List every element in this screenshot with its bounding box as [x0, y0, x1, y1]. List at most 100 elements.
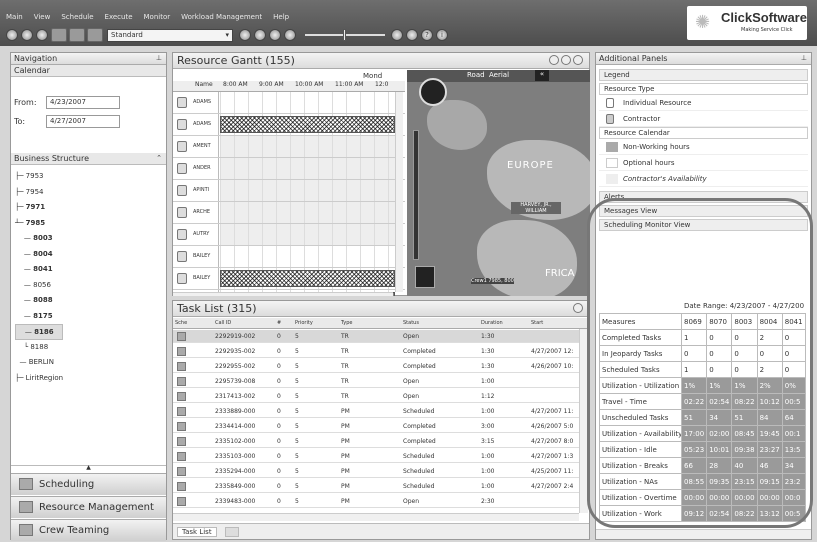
measure-row[interactable]: Utilization - Utilization 1% 1% 1% 2% 0% [599, 377, 806, 394]
gantt-row[interactable]: ANDER [173, 158, 405, 180]
view-toggle-1-icon[interactable] [51, 28, 67, 42]
task-row[interactable]: 2339483-000 0 5 PM Open 2:30 [173, 495, 579, 508]
view-toggle-3-icon[interactable] [87, 28, 103, 42]
gantt-cells[interactable] [220, 158, 395, 179]
tree-item-8041[interactable]: — 8041 [15, 262, 63, 278]
task-row[interactable]: 2295739-008 0 5 TR Open 1:00 [173, 375, 579, 388]
map-marker-icon[interactable] [415, 266, 435, 288]
measure-column-header[interactable]: 8041 [781, 313, 806, 330]
crew-teaming-button[interactable]: Crew Teaming [11, 519, 166, 541]
gantt-row[interactable]: AMENT [173, 136, 405, 158]
menu-schedule[interactable]: Schedule [61, 13, 93, 21]
col-duration[interactable]: Duration [481, 318, 503, 329]
task-row[interactable]: 2334414-000 0 5 PM Completed 3:00 4/26/2007 5:… [173, 420, 579, 433]
gantt-unavailable-bar[interactable] [220, 116, 395, 133]
measure-column-header[interactable]: 8070 [706, 313, 733, 330]
resource-management-button[interactable]: Resource Management [11, 496, 166, 518]
tree-item-7954[interactable]: ├─ 7954 [15, 185, 63, 201]
pin-icon[interactable]: ⊥ [156, 53, 162, 64]
help-icon[interactable]: ? [421, 29, 433, 41]
map-road-button[interactable]: Road [467, 71, 485, 79]
alerts-header[interactable]: Alerts [599, 191, 808, 203]
task-row[interactable]: 2335102-000 0 5 PM Completed 3:15 4/27/2007 8:… [173, 435, 579, 448]
forward-icon[interactable] [21, 29, 33, 41]
next-icon[interactable] [561, 55, 571, 65]
gantt-row[interactable]: ADAMS [173, 92, 405, 114]
tool-d-icon[interactable] [284, 29, 296, 41]
tree-item-7985[interactable]: ┴─ 7985 [15, 216, 63, 232]
collapse-icon[interactable]: ⌃ [156, 153, 162, 164]
gantt-row[interactable]: AUTRY [173, 224, 405, 246]
gantt-cells[interactable] [220, 202, 395, 223]
task-dropdown-icon[interactable] [573, 303, 583, 313]
map-collapse-icon[interactable]: « [535, 70, 549, 81]
gantt-cells[interactable] [220, 224, 395, 245]
gantt-hscroll[interactable] [173, 292, 393, 296]
menu-view[interactable]: View [34, 13, 51, 21]
map-pin-crew[interactable]: Crew1 7985, 800 [471, 278, 514, 284]
tool-a-icon[interactable] [239, 29, 251, 41]
from-date-input[interactable]: 4/23/2007 [46, 96, 120, 109]
back-icon[interactable] [6, 29, 18, 41]
zoom-slider-handle[interactable] [343, 29, 346, 41]
tool-b-icon[interactable] [254, 29, 266, 41]
to-date-input[interactable]: 4/27/2007 [46, 115, 120, 128]
tree-item-8088[interactable]: — 8088 [15, 293, 63, 309]
col-number[interactable]: # [277, 318, 281, 329]
tree-item-liritregion[interactable]: ├─ LiritRegion [15, 371, 63, 387]
menu-main[interactable]: Main [6, 13, 23, 21]
measure-column-header[interactable]: 8003 [731, 313, 758, 330]
task-row[interactable]: 2335103-000 0 5 PM Scheduled 1:00 4/27/2007 1:… [173, 450, 579, 463]
map-aerial-button[interactable]: Aerial [489, 71, 509, 79]
map-pin-harvey[interactable]: HARVEY, JR., WILLIAM [511, 202, 561, 214]
tree-item-8175[interactable]: — 8175 [15, 309, 63, 325]
additional-pin-icon[interactable]: ⊥ [801, 53, 807, 64]
gantt-unavailable-bar[interactable] [220, 270, 395, 287]
col-priority[interactable]: Priority [295, 318, 313, 329]
task-vscroll[interactable] [579, 329, 588, 513]
gantt-vscroll[interactable] [395, 92, 403, 292]
legend-header[interactable]: Legend [599, 69, 808, 81]
additional-hscroll[interactable] [596, 529, 811, 539]
col-start[interactable]: Start [531, 318, 543, 329]
tree-item-8056[interactable]: — 8056 [15, 278, 63, 294]
task-hscroll[interactable] [173, 513, 579, 521]
menu-workload-management[interactable]: Workload Management [181, 13, 262, 21]
scheduling-monitor-header[interactable]: Scheduling Monitor View [599, 219, 808, 231]
tree-item-8003[interactable]: — 8003 [15, 231, 63, 247]
measure-column-header[interactable]: 8004 [756, 313, 783, 330]
map-zoom-slider[interactable] [413, 130, 419, 260]
gantt-row[interactable]: BAILEY [173, 246, 405, 268]
scheduling-button[interactable]: Scheduling [11, 473, 166, 495]
gantt-cells[interactable] [220, 92, 395, 113]
col-sche[interactable]: Sche [175, 318, 187, 329]
tree-item-8188[interactable]: └ 8188 [15, 340, 63, 356]
measure-row[interactable]: Utilization - Availability 17:00 02:00 08:4… [599, 425, 806, 442]
menu-monitor[interactable]: Monitor [144, 13, 171, 21]
refresh-icon[interactable] [36, 29, 48, 41]
task-list-tab[interactable]: Task List [177, 527, 217, 537]
tool-c-icon[interactable] [269, 29, 281, 41]
task-row[interactable]: 2292919-002 0 5 TR Open 1:30 [173, 330, 579, 343]
tree-item-7971[interactable]: ├─ 7971 [15, 200, 63, 216]
measure-row[interactable]: Utilization - Work 09:12 02:54 08:22 13:12 00… [599, 505, 806, 522]
task-row[interactable]: 2292955-002 0 5 TR Completed 1:30 4/26/2007 10… [173, 360, 579, 373]
map-pan-control[interactable] [419, 78, 447, 106]
gantt-cells[interactable] [220, 136, 395, 157]
measure-row[interactable]: Utilization - NAs 08:55 09:35 23:15 09:15 23:… [599, 473, 806, 490]
tree-item-8186[interactable]: — 8186 [15, 324, 64, 340]
gantt-row[interactable]: ADAMS [173, 114, 405, 136]
task-row[interactable]: 2333889-000 0 5 PM Scheduled 1:00 4/27/2007 11… [173, 405, 579, 418]
tree-item-8004[interactable]: — 8004 [15, 247, 63, 263]
zoom-slider[interactable] [305, 29, 385, 41]
task-row[interactable]: 2292935-002 0 5 TR Completed 1:30 4/27/2007 12… [173, 345, 579, 358]
measure-column-header[interactable]: 8069 [680, 313, 708, 330]
measure-row[interactable]: Travel - Time 02:22 02:54 08:22 10:12 00:5 [599, 393, 806, 410]
col-status[interactable]: Status [403, 318, 419, 329]
measure-row[interactable]: Unscheduled Tasks 51 34 51 84 64 [599, 409, 806, 426]
gantt-cells[interactable] [220, 180, 395, 201]
task-row[interactable]: 2335849-000 0 5 PM Scheduled 1:00 4/27/2007 2:… [173, 480, 579, 493]
view-dropdown[interactable]: Standard [107, 28, 233, 42]
measure-row[interactable]: Scheduled Tasks 1 0 0 2 0 [599, 361, 806, 378]
measure-row[interactable]: Utilization - Overtime 00:00 00:00 00:00 00:… [599, 489, 806, 506]
